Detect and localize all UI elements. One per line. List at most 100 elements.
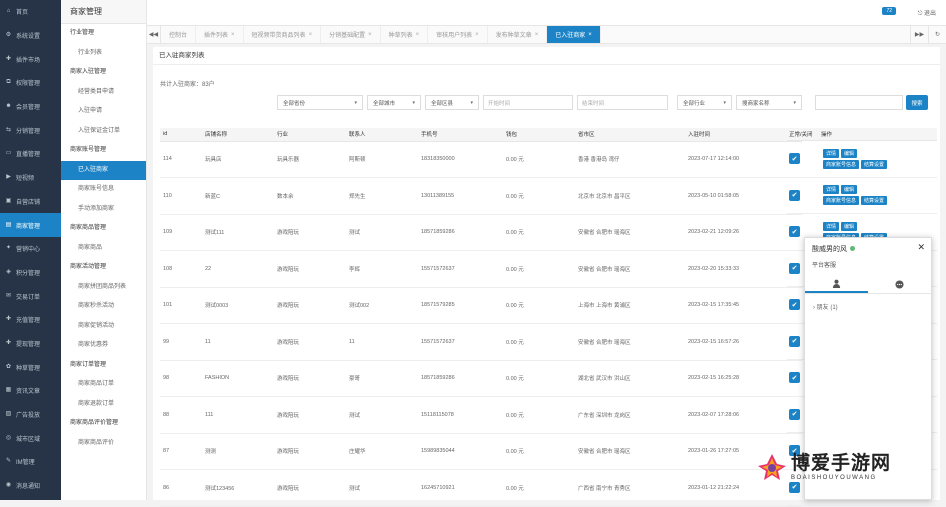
tab-prev-button[interactable]: ◀◀: [147, 26, 161, 43]
tab[interactable]: 短视频带货商品列表 ×: [244, 26, 322, 43]
submenu-link[interactable]: 商家促销活动: [61, 317, 146, 337]
submenu-link[interactable]: 入驻申请: [61, 102, 146, 122]
status-checkbox[interactable]: ✔: [789, 372, 800, 384]
settle-settings-button[interactable]: 结算设置: [861, 196, 888, 206]
tab[interactable]: 审核用户列表 ×: [428, 26, 488, 43]
submenu-link[interactable]: 商家商品: [61, 239, 146, 259]
cell-phone: 18571859286: [418, 214, 503, 251]
notification-badge[interactable]: 72: [882, 7, 896, 15]
detail-button[interactable]: 详情: [823, 185, 840, 195]
tab[interactable]: 已入驻商家 ×: [547, 26, 601, 43]
close-icon[interactable]: ×: [535, 32, 539, 38]
submenu-group[interactable]: 行业管理: [61, 24, 146, 44]
sidebar-item[interactable]: ◎ 城市区域: [0, 426, 61, 450]
submenu-link[interactable]: 商家账号信息: [61, 180, 146, 200]
status-checkbox[interactable]: ✔: [789, 153, 800, 165]
sidebar-item[interactable]: ☻ 会员管理: [0, 95, 61, 119]
submenu-group[interactable]: 商家商品管理: [61, 219, 146, 239]
submenu-group[interactable]: 商家入驻管理: [61, 63, 146, 83]
chat-bubble-icon[interactable]: [868, 276, 931, 293]
sidebar-item[interactable]: ✿ 种草管理: [0, 355, 61, 379]
sidebar-item[interactable]: ✉ 交易订单: [0, 284, 61, 308]
status-checkbox[interactable]: ✔: [789, 226, 800, 238]
industry-select-value: 全部行业: [683, 100, 706, 107]
sidebar-item[interactable]: ✚ 提现管理: [0, 332, 61, 356]
sidebar-item[interactable]: ✚ 插件市场: [0, 47, 61, 71]
detail-button[interactable]: 详情: [823, 221, 840, 231]
friend-group[interactable]: › 朋友 (1): [813, 302, 838, 311]
submenu-link[interactable]: 手动添加商家: [61, 200, 146, 220]
sidebar-item[interactable]: ⚙ 系统设置: [0, 24, 61, 48]
search-type-select[interactable]: 搜商家名称 ▾: [736, 95, 802, 110]
sidebar-item[interactable]: ⇆ 分销管理: [0, 118, 61, 142]
close-icon[interactable]: ×: [475, 32, 479, 38]
submenu-group[interactable]: 商家账号管理: [61, 141, 146, 161]
tab[interactable]: 发布种草文章 ×: [488, 26, 548, 43]
tv-icon: ▭: [5, 150, 12, 157]
submenu-group[interactable]: 商家订单管理: [61, 356, 146, 376]
sidebar-item[interactable]: ◉ 消息通知: [0, 474, 61, 498]
submenu-link[interactable]: 商家商品订单: [61, 375, 146, 395]
sidebar-item[interactable]: ▣ 自营店铺: [0, 190, 61, 214]
exit-button[interactable]: ⎋ 退出: [918, 8, 936, 18]
search-button[interactable]: 搜索: [906, 95, 928, 110]
detail-button[interactable]: 详情: [823, 148, 840, 158]
status-checkbox[interactable]: ✔: [789, 299, 800, 311]
industry-select[interactable]: 全部行业 ▾: [677, 95, 732, 110]
account-info-button[interactable]: 商家账号信息: [823, 159, 860, 169]
submenu-group[interactable]: 商家商品评价管理: [61, 414, 146, 434]
edit-button[interactable]: 编辑: [841, 221, 858, 231]
sidebar-item[interactable]: ▤ 商家管理: [0, 213, 61, 237]
status-checkbox[interactable]: ✔: [789, 189, 800, 201]
status-checkbox[interactable]: ✔: [789, 335, 800, 347]
refresh-button[interactable]: ↻: [928, 26, 946, 43]
submenu-link[interactable]: 商家秒杀活动: [61, 297, 146, 317]
submenu-link[interactable]: 入驻保证金订单: [61, 122, 146, 142]
submenu-link[interactable]: 商家优惠券: [61, 336, 146, 356]
close-icon[interactable]: ×: [231, 32, 235, 38]
person-icon[interactable]: [805, 276, 868, 293]
account-info-button[interactable]: 商家账号信息: [823, 196, 860, 206]
sidebar-item[interactable]: ▦ 资讯文章: [0, 379, 61, 403]
edit-button[interactable]: 编辑: [841, 185, 858, 195]
cell-region: 安徽省 合肥市 瑶海区: [575, 433, 685, 470]
district-select[interactable]: 全部区县 ▾: [425, 95, 479, 110]
province-select[interactable]: 全部省份 ▾: [277, 95, 363, 110]
search-input[interactable]: [815, 95, 903, 110]
cell-contact: 阿斯顿: [346, 141, 418, 178]
sidebar-item[interactable]: ▨ 广告投放: [0, 403, 61, 427]
submenu-link[interactable]: 行业列表: [61, 44, 146, 64]
settle-settings-button[interactable]: 结算设置: [861, 159, 888, 169]
status-checkbox[interactable]: ✔: [789, 481, 800, 493]
end-time-input[interactable]: 结束时间: [577, 95, 668, 110]
submenu-link[interactable]: 商家拼团商品列表: [61, 278, 146, 298]
sidebar-item[interactable]: ▶ 短视频: [0, 166, 61, 190]
submenu-link[interactable]: 商家退款订单: [61, 395, 146, 415]
submenu-link[interactable]: 商家商品评价: [61, 434, 146, 454]
tab[interactable]: 控制台: [161, 26, 197, 43]
sidebar-item[interactable]: ⧉ 权限管理: [0, 71, 61, 95]
tab[interactable]: 分销基础配置 ×: [321, 26, 381, 43]
sidebar-item[interactable]: ◈ 积分管理: [0, 261, 61, 285]
submenu-link[interactable]: 已入驻商家: [61, 160, 146, 180]
status-checkbox[interactable]: ✔: [789, 262, 800, 274]
sidebar-item[interactable]: ✦ 营销中心: [0, 237, 61, 261]
start-time-input[interactable]: 开始时间: [483, 95, 573, 110]
sidebar-item[interactable]: ✚ 充值管理: [0, 308, 61, 332]
tab[interactable]: 插件列表 ×: [196, 26, 244, 43]
close-icon[interactable]: ×: [588, 32, 592, 38]
close-icon[interactable]: ×: [416, 32, 420, 38]
status-checkbox[interactable]: ✔: [789, 408, 800, 420]
edit-button[interactable]: 编辑: [841, 148, 858, 158]
submenu-link[interactable]: 经营类目申请: [61, 83, 146, 103]
close-icon[interactable]: ×: [309, 32, 313, 38]
tab-next-button[interactable]: ▶▶: [910, 26, 928, 43]
sidebar-item[interactable]: ✎ IM管理: [0, 450, 61, 474]
close-icon[interactable]: ×: [368, 32, 372, 38]
tab[interactable]: 种草列表 ×: [381, 26, 429, 43]
sidebar-item[interactable]: ▭ 直播管理: [0, 142, 61, 166]
sidebar-item[interactable]: ⌂ 首页: [0, 0, 61, 24]
submenu-group[interactable]: 商家活动管理: [61, 258, 146, 278]
city-select[interactable]: 全部城市 ▾: [367, 95, 421, 110]
close-icon[interactable]: ✕: [917, 242, 925, 253]
